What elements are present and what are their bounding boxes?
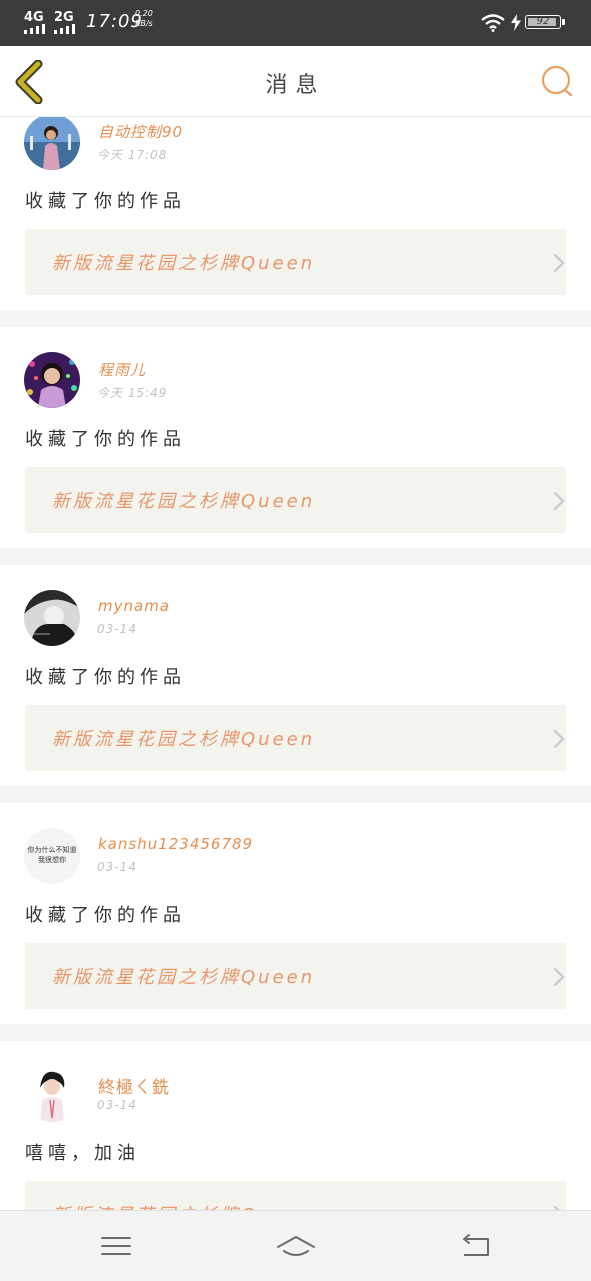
avatar-text-line: 我很想你 [38, 855, 66, 864]
chevron-right-icon [553, 491, 565, 511]
work-link[interactable]: 新版流星花园之杉牌Queen [25, 229, 566, 295]
message-time: 03-14 [97, 622, 137, 636]
message-card: 你为什么不知道 我很想你 kanshu123456789 03-14 收藏了你的… [0, 803, 591, 1024]
work-title: 新版流星花园之杉牌Queen [52, 491, 316, 512]
message-text: 收藏了你的作品 [25, 191, 186, 212]
work-title: 新版流星花园之杉牌Queen [52, 1201, 315, 1210]
avatar[interactable]: 你为什么不知道 我很想你 [24, 828, 80, 884]
avatar[interactable] [24, 590, 80, 646]
speed-value: 0.20 [135, 9, 153, 18]
message-time: 03-14 [97, 1098, 137, 1112]
message-time: 03-14 [97, 860, 137, 874]
speed-unit: KB/s [135, 19, 153, 28]
search-icon [541, 65, 573, 97]
message-text: 收藏了你的作品 [25, 667, 186, 688]
status-bar: 4G 2G 17:09 0.20 KB/s 92 [0, 0, 591, 46]
search-button[interactable] [538, 62, 578, 102]
message-text: 收藏了你的作品 [25, 905, 186, 926]
chevron-right-icon [553, 729, 565, 749]
message-list[interactable]: 自动控制90 今天 17:08 收藏了你的作品 新版流星花园之杉牌Queen 程… [0, 117, 591, 1210]
username[interactable]: 自动控制90 [98, 121, 183, 142]
username[interactable]: kanshu123456789 [98, 835, 253, 853]
menu-icon [101, 1237, 131, 1255]
username[interactable]: 程雨儿 [98, 359, 146, 380]
home-button[interactable] [276, 1229, 316, 1263]
message-text: 嘻嘻，加油 [25, 1143, 140, 1164]
avatar-text-image: 你为什么不知道 我很想你 [28, 845, 77, 864]
message-card: 程雨儿 今天 15:49 收藏了你的作品 新版流星花园之杉牌Queen [0, 327, 591, 548]
message-card: mynama 03-14 收藏了你的作品 新版流星花园之杉牌Queen [0, 565, 591, 786]
work-title: 新版流星花园之杉牌Queen [52, 253, 316, 274]
work-link[interactable]: 新版流星花园之杉牌Queen [25, 705, 566, 771]
work-title: 新版流星花园之杉牌Queen [52, 967, 316, 988]
app-header: 消息 [0, 46, 591, 117]
work-link[interactable]: 新版流星花园之杉牌Queen [25, 1181, 566, 1210]
back-nav-button[interactable] [456, 1229, 496, 1263]
chevron-right-icon [553, 967, 565, 987]
message-time: 今天 15:49 [97, 386, 168, 400]
network-type-label: 2G [54, 10, 74, 25]
avatar[interactable] [24, 1066, 80, 1122]
charging-bolt-icon [511, 14, 521, 31]
message-card: 終極ㄑ銑 03-14 嘻嘻，加油 新版流星花园之杉牌Queen [0, 1041, 591, 1210]
signal-bars-icon [24, 24, 50, 34]
home-icon [277, 1236, 315, 1256]
work-link[interactable]: 新版流星花园之杉牌Queen [25, 943, 566, 1009]
menu-button[interactable] [96, 1229, 136, 1263]
avatar[interactable] [24, 117, 80, 170]
avatar-text-line: 你为什么不知道 [28, 845, 77, 854]
network-type-label: 4G [24, 10, 44, 25]
chevron-right-icon [553, 253, 565, 273]
battery-level: 92 [536, 16, 550, 27]
message-time: 今天 17:08 [97, 148, 168, 162]
work-link[interactable]: 新版流星花园之杉牌Queen [25, 467, 566, 533]
username[interactable]: mynama [98, 597, 170, 615]
back-icon [463, 1234, 489, 1256]
signal-bars-icon [54, 24, 80, 34]
work-title: 新版流星花园之杉牌Queen [52, 729, 316, 750]
page-title: 消息 [265, 73, 326, 98]
battery-icon: 92 [525, 15, 565, 29]
message-card: 自动控制90 今天 17:08 收藏了你的作品 新版流星花园之杉牌Queen [0, 117, 591, 310]
username[interactable]: 終極ㄑ銑 [98, 1073, 170, 1098]
avatar[interactable] [24, 352, 80, 408]
network-speed: 0.20 KB/s [135, 9, 153, 29]
system-nav-bar [0, 1210, 591, 1281]
wifi-icon [481, 14, 505, 32]
message-text: 收藏了你的作品 [25, 429, 186, 450]
